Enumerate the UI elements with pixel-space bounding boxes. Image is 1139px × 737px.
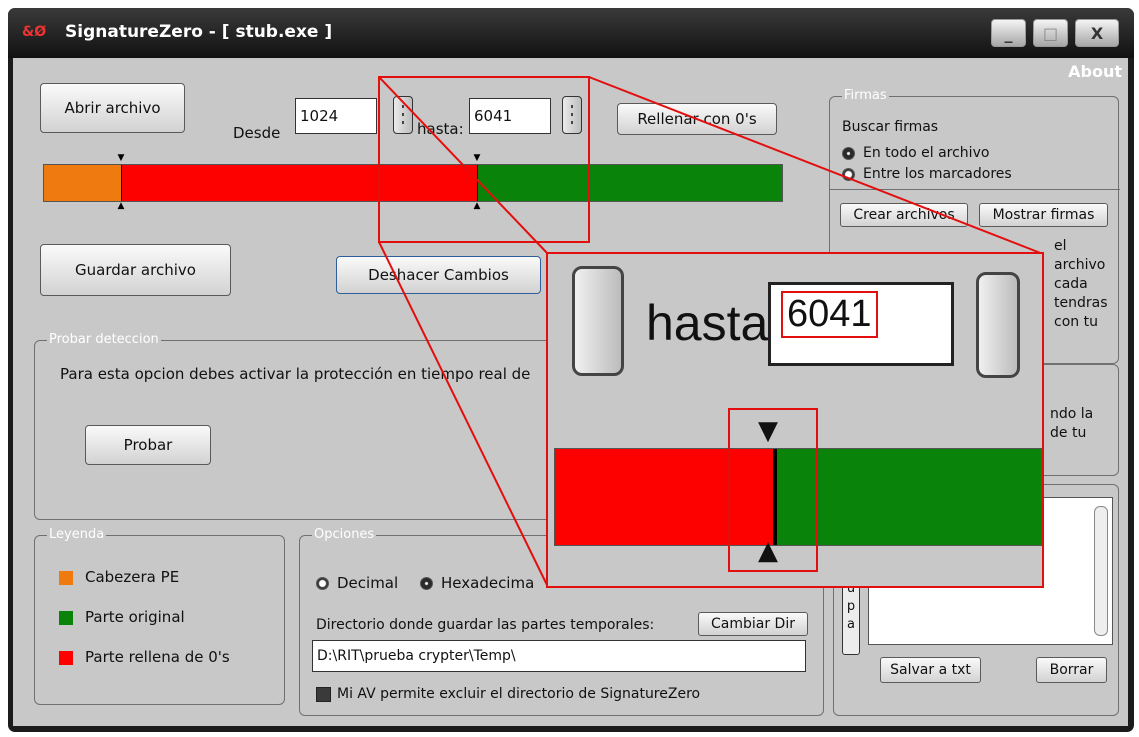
scrollbar[interactable] <box>1094 506 1108 636</box>
clear-button[interactable]: Borrar <box>1036 657 1107 683</box>
minimize-button[interactable]: _ <box>991 19 1026 47</box>
probar-group-title: Probar deteccion <box>47 332 161 347</box>
radio-icon <box>316 577 329 590</box>
maximize-button[interactable]: □ <box>1033 19 1068 47</box>
leyenda-group-title: Leyenda <box>47 527 107 542</box>
to-input[interactable]: 6041 <box>469 98 551 134</box>
zoom-callout: hasta: 6041 ▼ ▲ <box>546 252 1044 588</box>
opciones-group-title: Opciones <box>312 527 377 542</box>
radio-icon <box>420 577 433 590</box>
firmas-description-2: ndo la de tu <box>1050 406 1094 441</box>
fill-zeros-button[interactable]: Rellenar con 0's <box>617 103 777 135</box>
range-segment <box>44 165 122 201</box>
legend-item-original: Parte original <box>59 608 185 626</box>
zoom-spinner-right <box>976 272 1020 378</box>
to-label: hasta: <box>417 120 464 138</box>
search-signatures-label: Buscar firmas <box>842 119 939 135</box>
radio-icon <box>842 167 855 181</box>
range-segment <box>477 165 782 201</box>
from-label: Desde <box>233 124 281 142</box>
save-txt-button[interactable]: Salvar a txt <box>880 657 981 683</box>
zoom-marker-bottom-icon: ▲ <box>758 536 778 566</box>
close-button[interactable]: X <box>1075 19 1119 47</box>
probar-description: Para esta opcion debes activar la protec… <box>60 365 531 383</box>
change-dir-button[interactable]: Cambiar Dir <box>698 612 808 636</box>
dir-label: Directorio donde guardar las partes temp… <box>316 617 655 633</box>
radio-whole-file[interactable]: En todo el archivo <box>842 145 989 161</box>
marker-end-top-icon[interactable]: ▼ <box>472 154 482 163</box>
swatch <box>59 570 73 585</box>
checkbox-icon <box>316 686 331 702</box>
legend-item-pe: Cabezera PE <box>59 568 179 586</box>
zoom-marker-highlight: ▼ ▲ <box>728 408 818 572</box>
app-icon: &Ø <box>22 24 47 40</box>
firmas-description: el archivo cada tendras con tu <box>1054 238 1108 330</box>
exclude-dir-checkbox[interactable]: Mi AV permite excluir el directorio de S… <box>316 686 700 702</box>
from-spinner[interactable] <box>393 96 413 134</box>
firmas-group-title: Firmas <box>842 88 889 103</box>
title-bar[interactable]: &Ø SignatureZero - [ stub.exe ] _ □ X <box>8 8 1134 58</box>
window-title: SignatureZero - [ stub.exe ] <box>65 22 333 42</box>
zoom-spinner-left <box>572 266 624 376</box>
undo-changes-button[interactable]: Deshacer Cambios <box>336 256 541 294</box>
marker-start-bottom-icon[interactable]: ▲ <box>116 202 126 211</box>
marker-start-top-icon[interactable]: ▼ <box>116 154 126 163</box>
radio-decimal[interactable]: Decimal <box>316 574 398 592</box>
radio-hexadecimal[interactable]: Hexadecima <box>420 574 534 592</box>
zoom-to-label: hasta: <box>646 295 783 351</box>
create-files-button[interactable]: Crear archivos <box>840 203 968 227</box>
swatch <box>59 610 73 625</box>
to-spinner[interactable] <box>562 96 582 134</box>
legend-item-zero: Parte rellena de 0's <box>59 648 230 666</box>
probar-button[interactable]: Probar <box>85 425 211 465</box>
radio-icon <box>842 146 855 160</box>
maximize-icon: □ <box>1042 23 1059 43</box>
file-range-bar[interactable] <box>43 164 783 202</box>
radio-between-markers[interactable]: Entre los marcadores <box>842 166 1012 182</box>
zoom-marker-top-icon: ▼ <box>758 416 778 446</box>
marker-end-bottom-icon[interactable]: ▲ <box>472 202 482 211</box>
save-file-button[interactable]: Guardar archivo <box>40 244 231 296</box>
zoom-to-input: 6041 <box>768 282 954 366</box>
about-link[interactable]: About <box>1068 62 1122 81</box>
open-file-button[interactable]: Abrir archivo <box>40 83 185 133</box>
from-input[interactable]: 1024 <box>295 98 377 134</box>
show-signatures-button[interactable]: Mostrar firmas <box>979 203 1108 227</box>
leyenda-group: Leyenda Cabezera PE Parte original Parte… <box>34 527 285 705</box>
minimize-icon: _ <box>1004 23 1013 43</box>
range-segment <box>121 165 478 201</box>
swatch <box>59 650 73 665</box>
close-icon: X <box>1090 23 1104 43</box>
dir-input[interactable]: D:\RIT\prueba crypter\Temp\ <box>312 640 806 672</box>
divider <box>830 189 1120 190</box>
